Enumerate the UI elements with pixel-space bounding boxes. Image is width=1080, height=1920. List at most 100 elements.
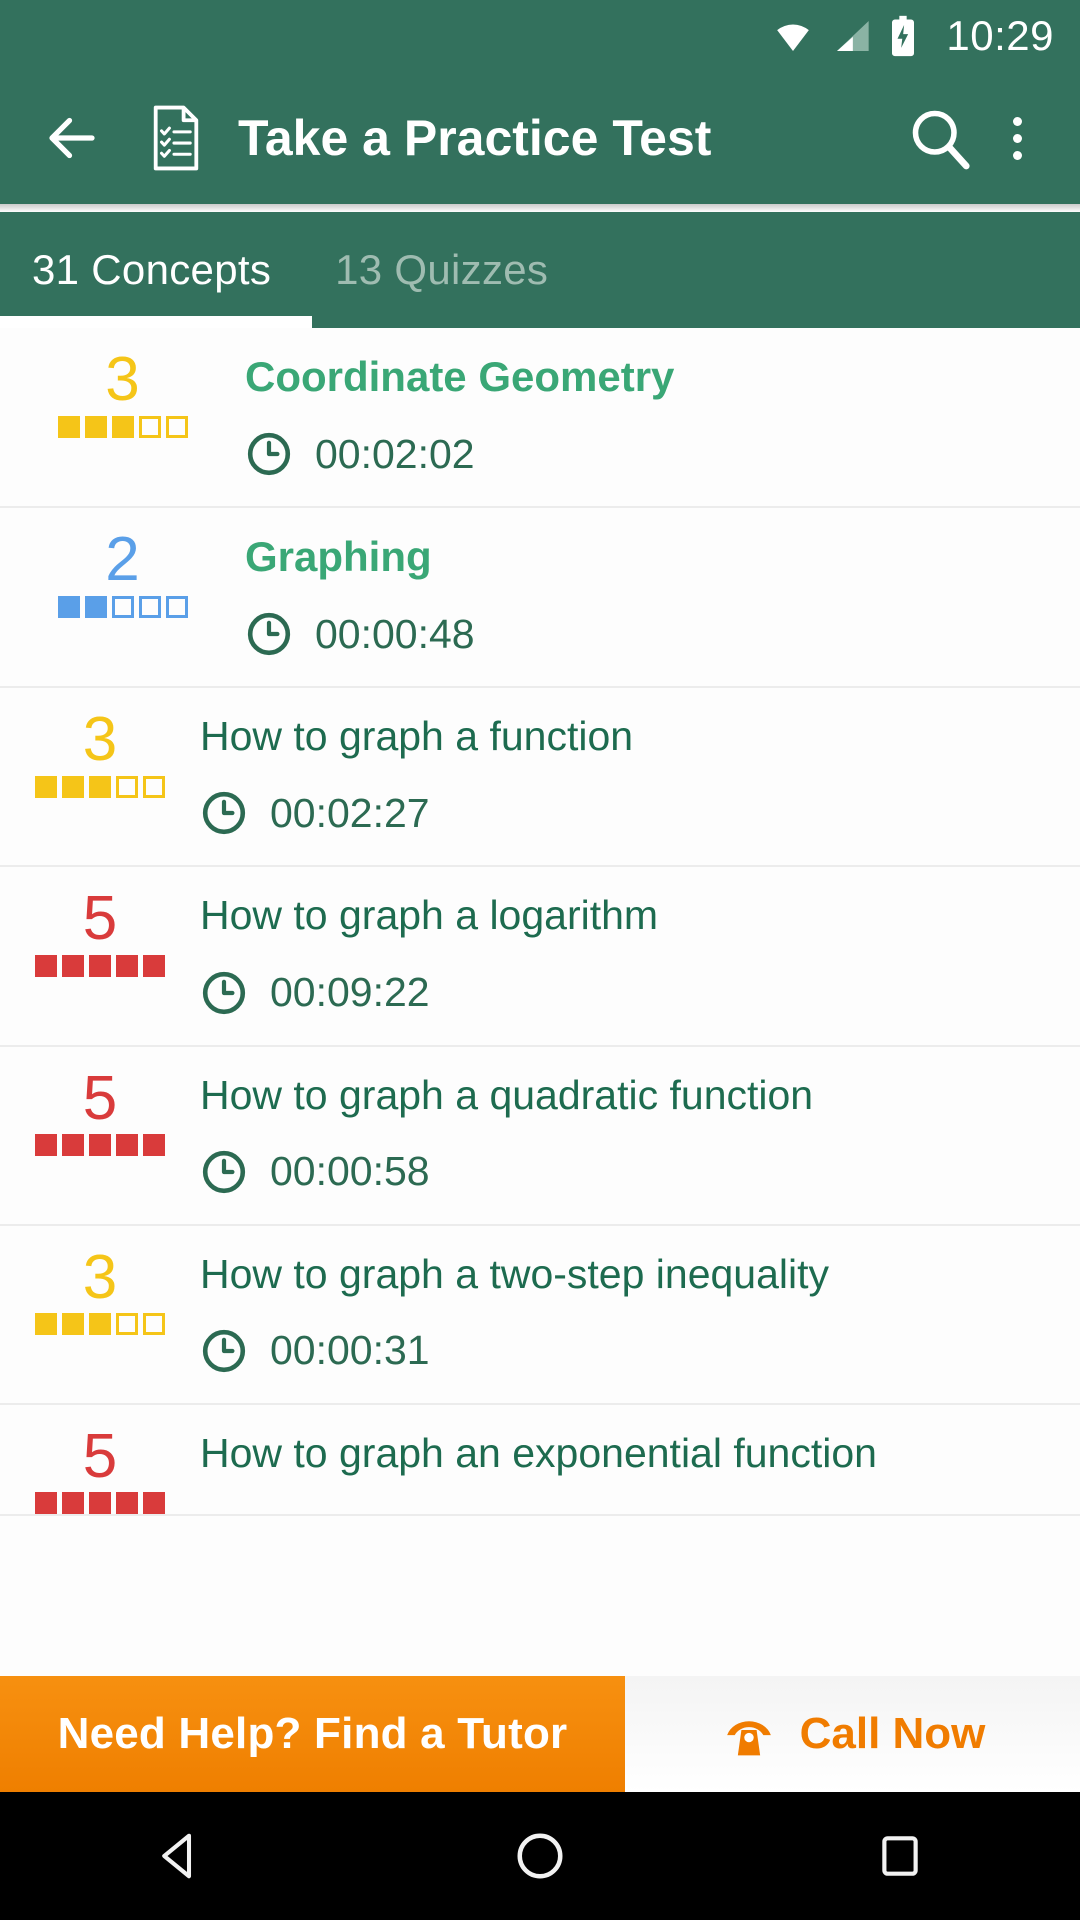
score-block (138, 595, 161, 618)
nav-back-icon (162, 1833, 192, 1879)
find-a-tutor-label: Need Help? Find a Tutor (57, 1709, 568, 1758)
score-widget: 3 (0, 688, 200, 798)
practice-test-icon (153, 105, 199, 171)
score-block (35, 954, 57, 977)
android-nav-bar (0, 1792, 1080, 1920)
app-bar: Take a Practice Test (0, 72, 1080, 204)
status-bar: 10:29 (0, 0, 1080, 72)
score-blocks (35, 1313, 165, 1336)
concept-row[interactable]: 5 How to graph an exponential function (0, 1404, 1080, 1517)
back-button[interactable] (34, 100, 110, 176)
concept-row[interactable]: 5 How to graph a quadratic function 00:0… (0, 1046, 1080, 1226)
status-bar-icons: 10:29 (770, 14, 1054, 58)
nav-home-icon (517, 1833, 563, 1879)
score-block (143, 1492, 165, 1515)
app-screen: 10:29 Take a Practice Test 31 Concepts 1… (0, 0, 1080, 1920)
call-now-label: Call Now (799, 1709, 986, 1758)
concept-time-value: 00:02:27 (270, 789, 430, 836)
overflow-menu-icon (1012, 116, 1022, 160)
concept-time: 00:00:31 (200, 1327, 1060, 1375)
score-block (116, 1134, 138, 1157)
back-arrow-icon (49, 117, 95, 159)
score-block (89, 1492, 111, 1515)
tab-concepts-label: 31 Concepts (32, 246, 272, 293)
score-block (143, 954, 165, 977)
overflow-menu-button[interactable] (982, 96, 1052, 180)
concept-title: How to graph a quadratic function (200, 1071, 814, 1118)
score-block (116, 954, 138, 977)
practice-test-icon-wrap (140, 100, 212, 176)
wifi-icon (777, 24, 810, 51)
score-block (111, 595, 134, 618)
score-block (84, 595, 107, 618)
concept-body: Graphing 00:00:48 (245, 508, 1080, 686)
call-now-button[interactable]: Call Now (625, 1676, 1080, 1792)
score-number: 2 (105, 525, 140, 595)
nav-recents-button[interactable] (810, 1792, 990, 1920)
score-blocks (35, 1134, 165, 1157)
concept-row[interactable]: 3 How to graph a two-step inequality 00:… (0, 1225, 1080, 1405)
concept-time-value: 00:02:02 (315, 430, 475, 477)
score-widget: 5 (0, 1047, 200, 1157)
page-title: Take a Practice Test (238, 110, 712, 166)
signal-icon (837, 21, 870, 51)
score-block (165, 595, 188, 618)
concept-title: Graphing (245, 533, 432, 581)
concept-body: How to graph a logarithm 00:09:22 (200, 867, 1080, 1044)
concept-row[interactable]: 3 How to graph a function 00:02:27 (0, 688, 1080, 868)
score-widget: 3 (0, 1226, 200, 1336)
score-number: 5 (82, 1063, 118, 1133)
status-bar-clock: 10:29 (946, 12, 1054, 59)
clock-icon (202, 1150, 246, 1193)
concept-title: Coordinate Geometry (245, 353, 675, 400)
clock-icon (247, 433, 291, 476)
search-button[interactable] (898, 96, 982, 180)
app-bar-shadow (0, 204, 1080, 212)
score-widget: 3 (0, 328, 245, 438)
score-widget: 5 (0, 867, 200, 977)
concept-time-value: 00:09:22 (270, 969, 430, 1016)
concept-time: 00:09:22 (200, 969, 1060, 1017)
score-widget: 5 (0, 1405, 200, 1515)
score-blocks (35, 775, 165, 798)
score-block (143, 775, 165, 798)
concept-title: How to graph an exponential function (200, 1429, 877, 1476)
concept-body: How to graph a two-step inequality 00:00… (200, 1226, 1080, 1403)
battery-charging-icon (892, 15, 915, 57)
tab-quizzes[interactable]: 13 Quizzes (303, 212, 580, 328)
concept-body: How to graph an exponential function (200, 1405, 1080, 1504)
tab-quizzes-label: 13 Quizzes (335, 246, 549, 293)
score-block (143, 1313, 165, 1336)
concept-title: How to graph a function (200, 713, 634, 760)
score-blocks (57, 595, 188, 618)
score-block (35, 1492, 57, 1515)
score-block (89, 954, 111, 977)
nav-recents-icon (882, 1836, 918, 1876)
concept-row[interactable]: 2 Graphing 00:00:48 (0, 508, 1080, 689)
tab-bar: 31 Concepts 13 Quizzes (0, 212, 1080, 328)
score-block (35, 1313, 57, 1336)
score-widget: 2 (0, 508, 245, 618)
nav-back-button[interactable] (90, 1792, 270, 1920)
score-block (62, 1313, 84, 1336)
score-block (57, 595, 80, 618)
clock-icon (202, 971, 246, 1014)
clock-icon (202, 1329, 246, 1372)
concept-time: 00:00:48 (245, 610, 1060, 658)
tab-concepts[interactable]: 31 Concepts (0, 212, 303, 328)
concept-title: How to graph a logarithm (200, 892, 659, 939)
score-block (62, 775, 84, 798)
score-number: 5 (82, 1421, 118, 1491)
nav-home-button[interactable] (450, 1792, 630, 1920)
concept-title: How to graph a two-step inequality (200, 1250, 830, 1297)
concept-row[interactable]: 3 Coordinate Geometry 00:02:02 (0, 328, 1080, 509)
score-block (138, 415, 161, 438)
score-number: 3 (105, 345, 140, 414)
score-number: 5 (82, 884, 118, 954)
concept-row[interactable]: 5 How to graph a logarithm 00:09:22 (0, 867, 1080, 1047)
score-block (165, 415, 188, 438)
score-block (116, 1313, 138, 1336)
find-a-tutor-button[interactable]: Need Help? Find a Tutor (0, 1676, 625, 1792)
score-number: 3 (82, 705, 118, 775)
concept-time-value: 00:00:58 (270, 1148, 430, 1195)
